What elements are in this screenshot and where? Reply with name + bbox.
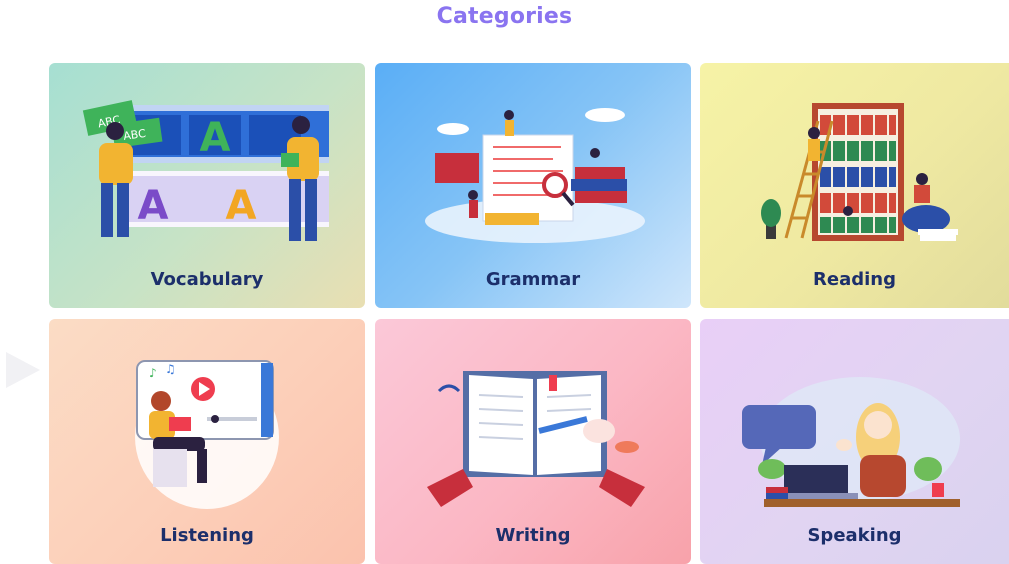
film-letter-purple: A — [138, 183, 169, 229]
category-label: Writing — [495, 525, 571, 546]
section-title: Categories — [436, 4, 573, 29]
category-label: Reading — [813, 269, 896, 290]
svg-text:♫: ♫ — [165, 362, 176, 376]
category-label: Vocabulary — [150, 269, 264, 290]
categories-section: Categories A A A ABC ABC Vocabulary Gram… — [0, 0, 1009, 564]
category-card-writing[interactable]: Writing — [375, 319, 691, 564]
category-card-listening[interactable]: ♪ ♫ Listening — [49, 319, 365, 564]
category-card-vocabulary[interactable]: A A A ABC ABC Vocabulary — [49, 63, 365, 308]
svg-text:♪: ♪ — [149, 366, 157, 380]
film-letter-green: A — [200, 115, 231, 161]
category-label: Grammar — [485, 269, 581, 290]
category-label: Speaking — [807, 525, 902, 546]
category-card-grammar[interactable]: Grammar — [375, 63, 691, 308]
decorative-triangle — [6, 352, 40, 388]
film-letter-orange: A — [226, 183, 257, 229]
category-label: Listening — [160, 525, 254, 546]
category-card-speaking[interactable]: Speaking — [700, 319, 1009, 564]
category-card-reading[interactable]: Reading — [700, 63, 1009, 308]
